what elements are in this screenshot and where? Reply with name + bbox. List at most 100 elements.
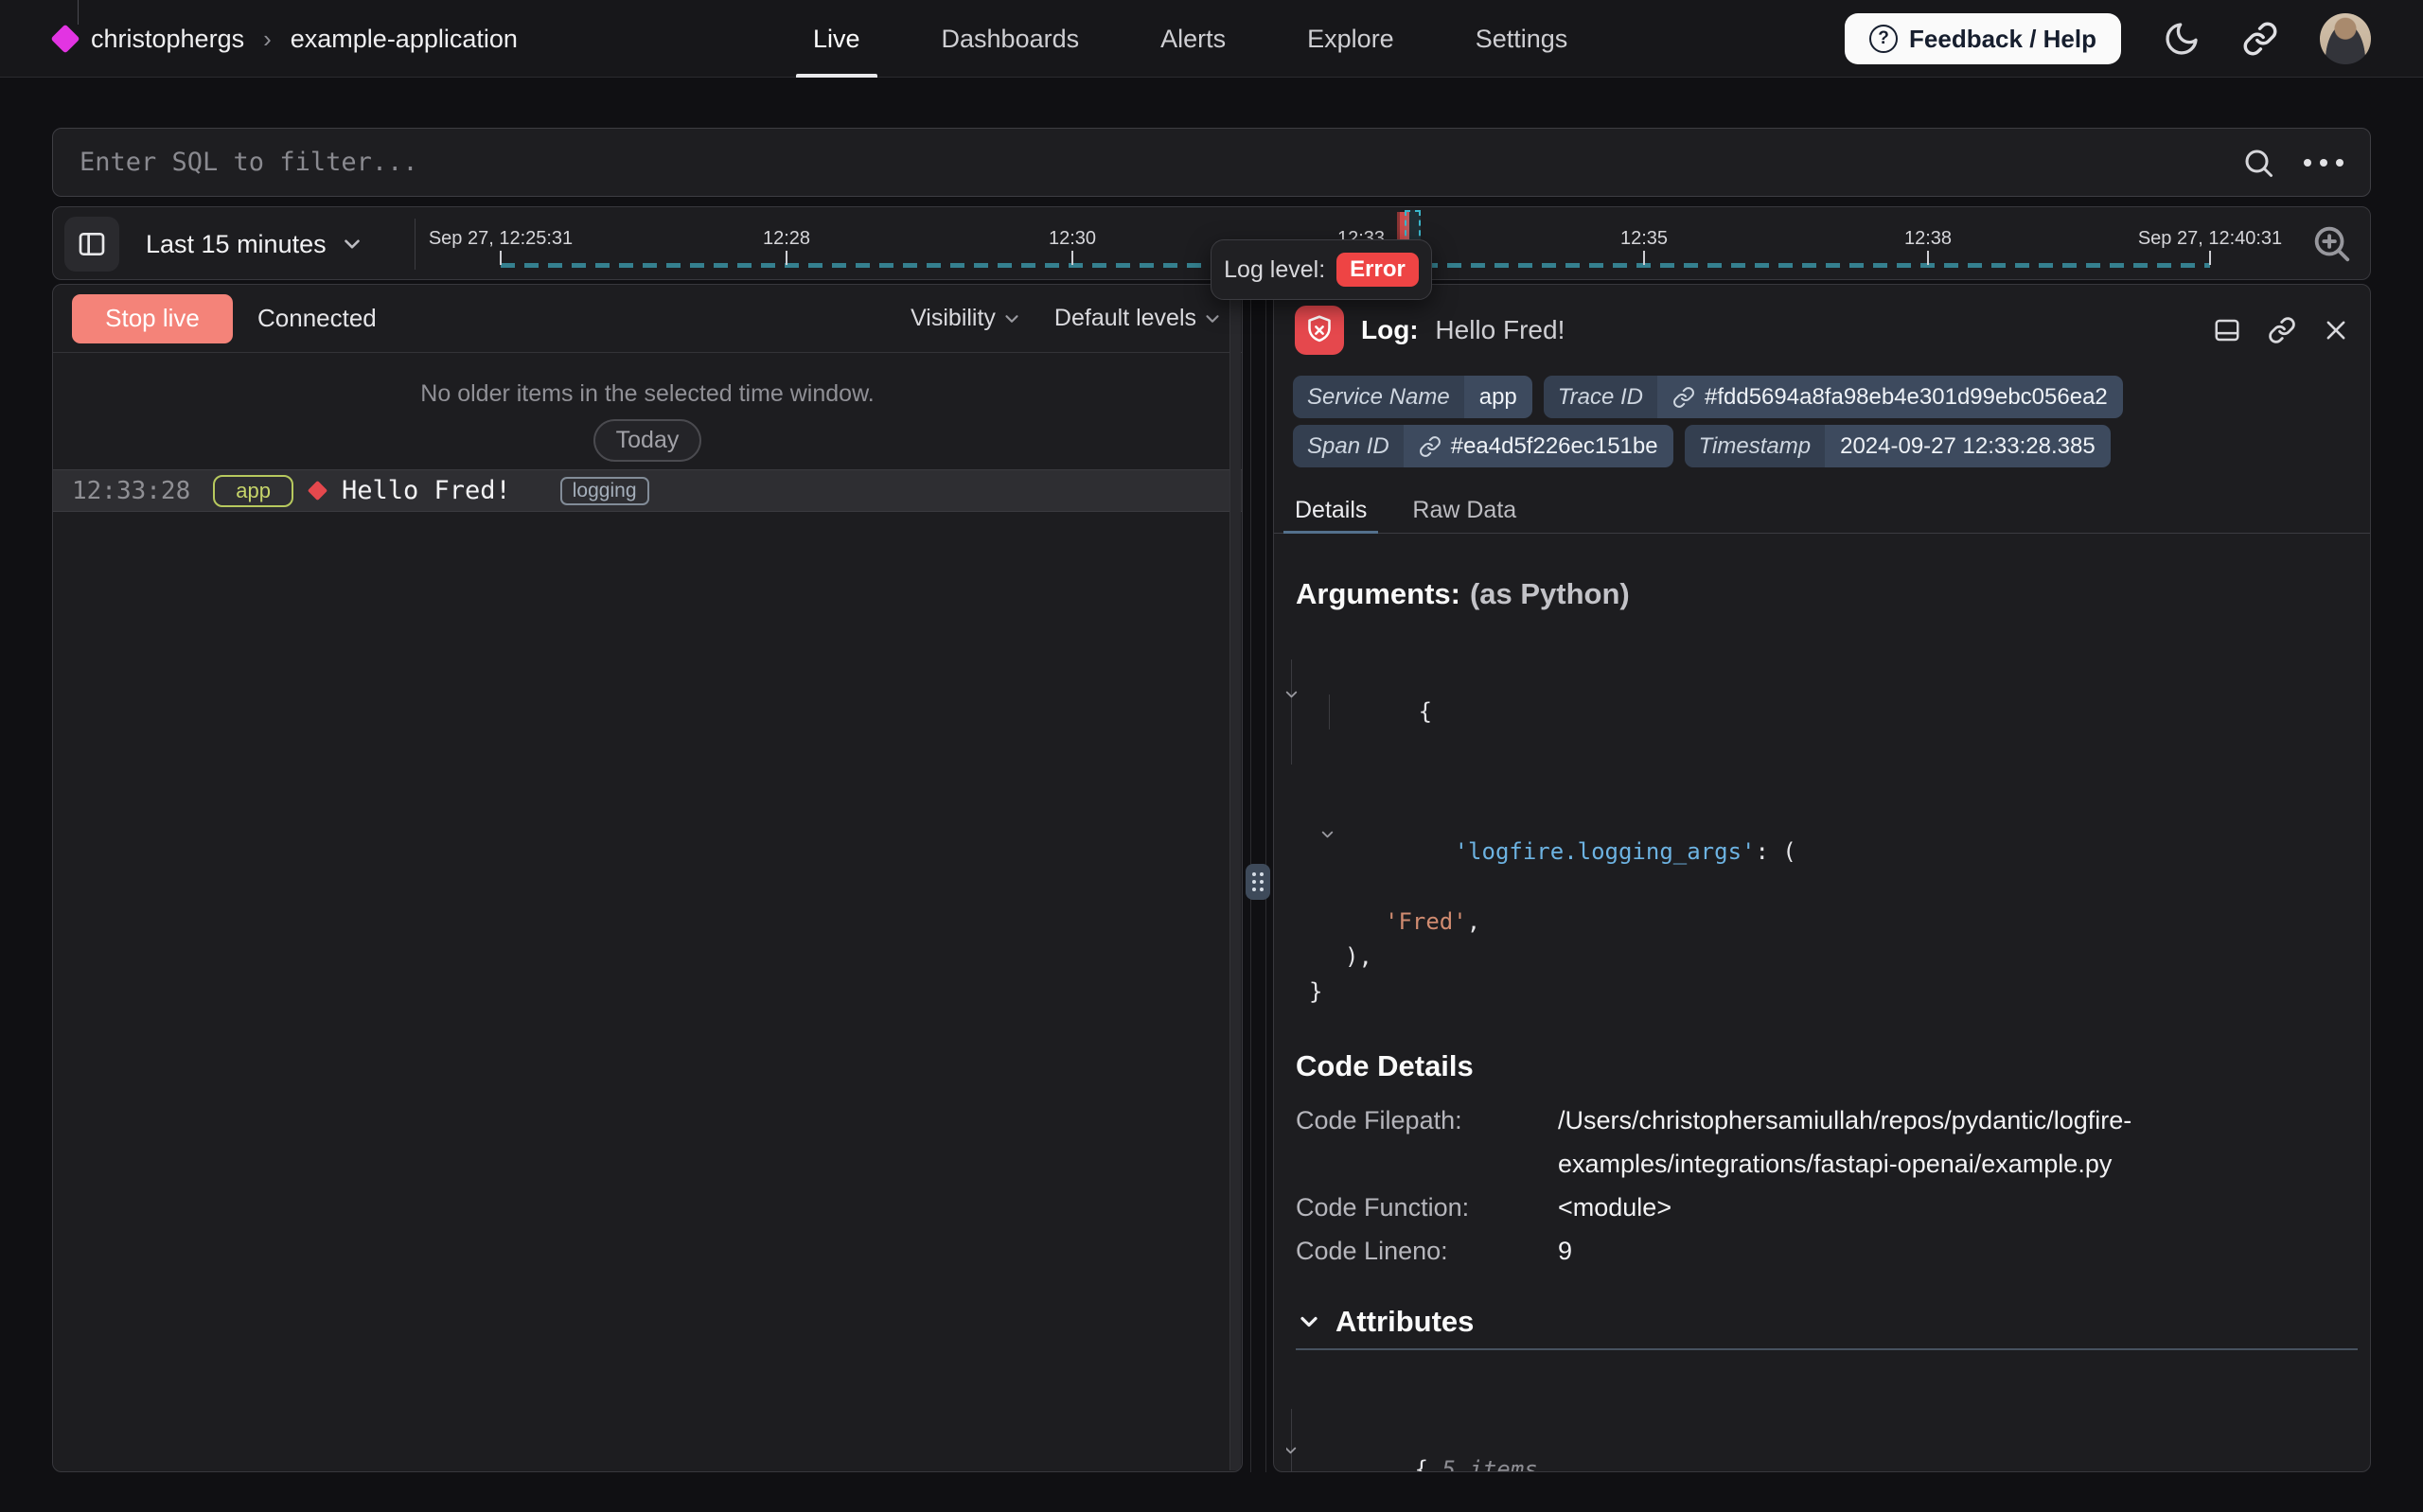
empty-window-message: No older items in the selected time wind… bbox=[53, 353, 1242, 408]
live-panel-header: Stop live Connected Visibility Default l… bbox=[53, 285, 1242, 353]
code-function-value: <module> bbox=[1558, 1186, 1671, 1229]
nav-tab-alerts[interactable]: Alerts bbox=[1157, 0, 1229, 78]
span-id-value[interactable]: #ea4d5f226ec151be bbox=[1451, 433, 1658, 460]
span-id-label: Span ID bbox=[1293, 425, 1404, 467]
arguments-heading: Arguments: (as Python) bbox=[1286, 577, 2358, 611]
feedback-help-button[interactable]: ? Feedback / Help bbox=[1845, 13, 2121, 64]
chevron-down-icon bbox=[1001, 308, 1022, 329]
stop-live-button[interactable]: Stop live bbox=[72, 294, 233, 343]
arguments-subheading: (as Python) bbox=[1470, 577, 1630, 610]
user-avatar[interactable] bbox=[2320, 13, 2371, 64]
zoom-in-icon[interactable] bbox=[2309, 221, 2353, 268]
time-range-dropdown[interactable]: Last 15 minutes bbox=[146, 207, 364, 281]
live-panel-body: No older items in the selected time wind… bbox=[53, 353, 1242, 512]
main-nav: Live Dashboards Alerts Explore Settings bbox=[809, 0, 1571, 78]
time-range-label: Last 15 minutes bbox=[146, 230, 327, 259]
tick-label: 12:30 bbox=[1049, 228, 1096, 250]
logo-stem-line bbox=[78, 0, 79, 25]
log-level-tooltip: Log level: Error bbox=[1211, 239, 1432, 300]
link-icon[interactable] bbox=[1672, 386, 1695, 409]
timebar-divider bbox=[415, 219, 416, 270]
code-details-heading: Code Details bbox=[1286, 1049, 2358, 1083]
theme-toggle-moon-icon[interactable] bbox=[2163, 20, 2201, 58]
breadcrumb-project[interactable]: example-application bbox=[291, 25, 518, 54]
dock-bottom-icon[interactable] bbox=[2213, 316, 2241, 344]
tooltip-label: Log level: bbox=[1224, 256, 1325, 284]
tick-label: Sep 27, 12:25:31 bbox=[429, 228, 573, 250]
tick-label: 12:35 bbox=[1620, 228, 1668, 250]
error-level-badge: Error bbox=[1336, 253, 1419, 287]
breadcrumb-separator-icon: › bbox=[259, 25, 275, 54]
detail-title-prefix: Log: bbox=[1361, 315, 1419, 344]
log-detail-panel: Log: Hello Fred! Service Name app Trace … bbox=[1273, 284, 2371, 1472]
panel-resize-handle[interactable] bbox=[1246, 864, 1270, 900]
nav-tab-live[interactable]: Live bbox=[809, 0, 864, 78]
code-lineno-label: Code Lineno: bbox=[1296, 1229, 1558, 1273]
collapse-chevron-icon[interactable] bbox=[1318, 826, 1336, 844]
today-button[interactable]: Today bbox=[593, 419, 702, 462]
vertical-scrollbar[interactable] bbox=[1229, 286, 1241, 1470]
search-icon[interactable] bbox=[2241, 146, 2275, 180]
code-lineno-row: Code Lineno: 9 bbox=[1296, 1229, 2358, 1273]
default-levels-label: Default levels bbox=[1054, 305, 1196, 332]
log-message: Hello Fred! bbox=[342, 476, 511, 505]
sidebar-toggle-icon[interactable] bbox=[64, 217, 119, 272]
link-icon[interactable] bbox=[1419, 435, 1441, 458]
code-filepath-label: Code Filepath: bbox=[1296, 1099, 1558, 1186]
trace-id-label: Trace ID bbox=[1544, 376, 1657, 418]
arguments-code-block: { 'logfire.logging_args': ( 'Fred', ), } bbox=[1286, 624, 2358, 1010]
error-diamond-icon bbox=[308, 481, 327, 501]
code-details-table: Code Filepath: /Users/christophersamiull… bbox=[1286, 1099, 2358, 1273]
timestamp-label: Timestamp bbox=[1685, 425, 1825, 467]
default-levels-dropdown[interactable]: Default levels bbox=[1054, 305, 1223, 332]
timestamp-value: 2024-09-27 12:33:28.385 bbox=[1825, 433, 2111, 460]
log-time: 12:33:28 bbox=[72, 477, 190, 505]
topbar-actions: ? Feedback / Help bbox=[1845, 0, 2371, 78]
live-logs-panel: Stop live Connected Visibility Default l… bbox=[52, 284, 1243, 1472]
error-shield-icon bbox=[1295, 306, 1344, 355]
detail-title-message: Hello Fred! bbox=[1435, 315, 1565, 344]
attributes-section-toggle[interactable]: Attributes bbox=[1286, 1305, 2358, 1339]
feedback-help-label: Feedback / Help bbox=[1909, 25, 2096, 54]
share-link-icon[interactable] bbox=[2242, 21, 2278, 57]
copy-link-icon[interactable] bbox=[2268, 316, 2296, 344]
trace-id-badge: Trace ID #fdd5694a8fa98eb4e301d99ebc056e… bbox=[1544, 376, 2123, 418]
detail-body: Arguments: (as Python) { 'logfire.logging… bbox=[1274, 577, 2370, 1472]
visibility-dropdown[interactable]: Visibility bbox=[911, 305, 1022, 332]
code-function-label: Code Function: bbox=[1296, 1186, 1558, 1229]
collapse-chevron-icon[interactable] bbox=[1286, 1442, 1300, 1460]
attributes-divider bbox=[1296, 1348, 2358, 1350]
visibility-label: Visibility bbox=[911, 305, 996, 332]
service-badge[interactable]: app bbox=[213, 475, 293, 507]
span-id-badge: Span ID #ea4d5f226ec151be bbox=[1293, 425, 1673, 467]
tab-details[interactable]: Details bbox=[1283, 488, 1378, 533]
trace-id-value[interactable]: #fdd5694a8fa98eb4e301d99ebc056ea2 bbox=[1705, 384, 2108, 411]
more-options-icon[interactable] bbox=[2304, 159, 2343, 167]
close-icon[interactable] bbox=[2323, 317, 2349, 343]
nav-tab-dashboards[interactable]: Dashboards bbox=[938, 0, 1084, 78]
code-lineno-value: 9 bbox=[1558, 1229, 1572, 1273]
service-name-badge: Service Name app bbox=[1293, 376, 1532, 418]
attributes-heading: Attributes bbox=[1335, 1305, 1474, 1339]
tick-label: 12:28 bbox=[763, 228, 810, 250]
arguments-heading-text: Arguments: bbox=[1296, 577, 1460, 610]
breadcrumb-org[interactable]: christophergs bbox=[91, 25, 244, 54]
chevron-down-icon bbox=[1202, 308, 1223, 329]
detail-panel-header: Log: Hello Fred! bbox=[1274, 285, 2370, 376]
detail-tabs: Details Raw Data bbox=[1274, 488, 2370, 534]
timestamp-badge: Timestamp 2024-09-27 12:33:28.385 bbox=[1685, 425, 2111, 467]
tick-label: Sep 27, 12:40:31 bbox=[2138, 228, 2282, 250]
scope-badge[interactable]: logging bbox=[560, 477, 649, 505]
service-name-label: Service Name bbox=[1293, 376, 1464, 418]
log-row-selected[interactable]: 12:33:28 app Hello Fred! logging bbox=[53, 469, 1242, 512]
top-navigation-bar: christophergs › example-application Live… bbox=[0, 0, 2423, 78]
logfire-logo-icon bbox=[50, 24, 80, 53]
tab-raw-data[interactable]: Raw Data bbox=[1401, 488, 1528, 533]
service-name-value: app bbox=[1464, 384, 1532, 411]
sql-filter-input[interactable] bbox=[80, 148, 2241, 177]
code-filepath-row: Code Filepath: /Users/christophersamiull… bbox=[1296, 1099, 2358, 1186]
nav-tab-settings[interactable]: Settings bbox=[1472, 0, 1572, 78]
attributes-code-block: { 5 items "code.lineno": 9, "code.functi… bbox=[1286, 1373, 2358, 1472]
collapse-chevron-icon[interactable] bbox=[1282, 686, 1300, 704]
nav-tab-explore[interactable]: Explore bbox=[1303, 0, 1398, 78]
